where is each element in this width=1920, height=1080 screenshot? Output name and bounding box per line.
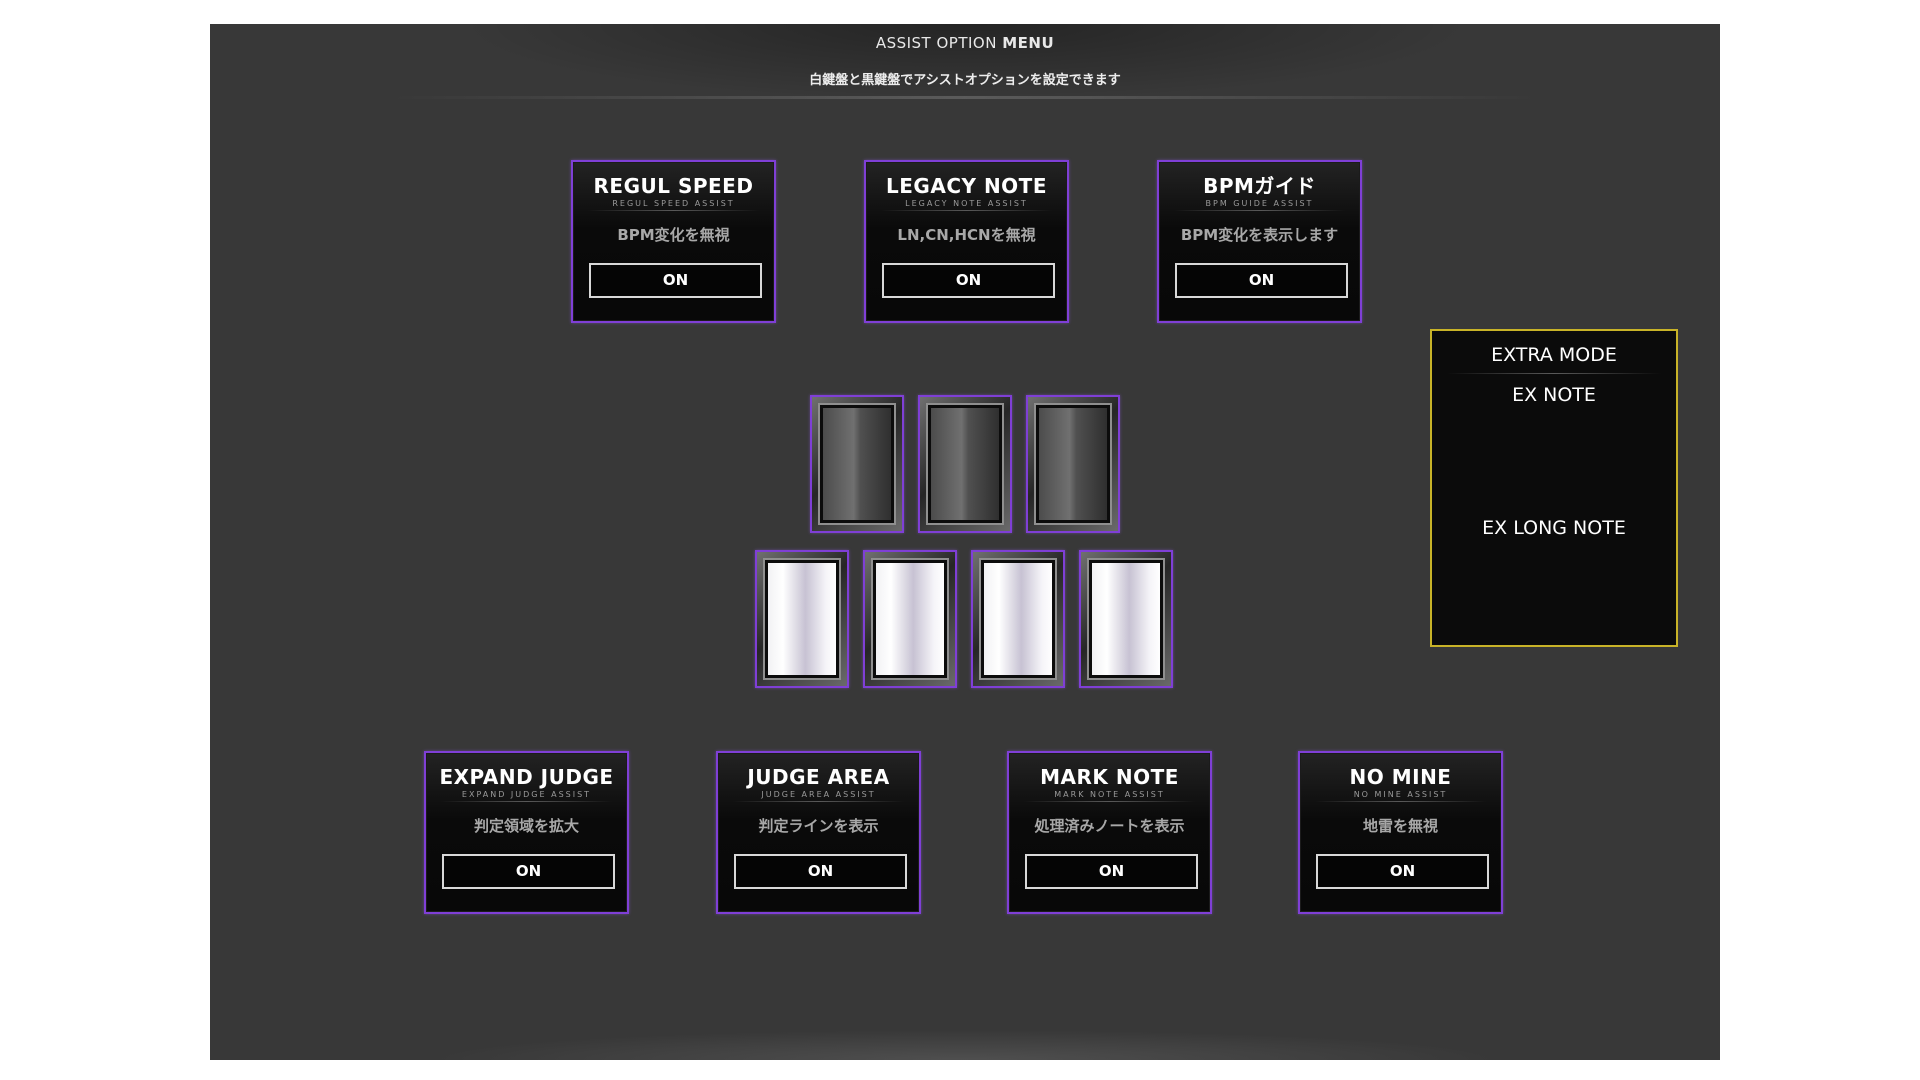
option-title: EXPAND JUDGE <box>439 765 614 789</box>
option-title: BPMガイド <box>1203 174 1316 198</box>
assist-option-screen: ASSIST OPTION MENU 白鍵盤と黒鍵盤でアシストオプションを設定で… <box>210 24 1720 1060</box>
option-title: JUDGE AREA <box>747 765 890 789</box>
key-face <box>1036 405 1110 523</box>
white-key-4[interactable] <box>1079 550 1173 688</box>
black-key-1[interactable] <box>810 395 904 533</box>
key-face <box>928 405 1002 523</box>
legacy-note-toggle-button[interactable]: ON <box>882 263 1055 298</box>
key-face <box>1089 560 1163 678</box>
black-key-2[interactable] <box>918 395 1012 533</box>
menu-title-prefix: ASSIST OPTION <box>875 34 997 52</box>
option-description: BPM変化を無視 <box>617 226 730 244</box>
option-card-bpm-guide[interactable]: BPMガイド BPM GUIDE ASSIST BPM変化を表示します ON <box>1157 160 1362 323</box>
option-subtitle: NO MINE ASSIST <box>1353 790 1448 799</box>
option-divider <box>588 210 759 211</box>
mark-note-toggle-button[interactable]: ON <box>1025 854 1198 889</box>
white-key-1[interactable] <box>755 550 849 688</box>
option-description: 処理済みノートを表示 <box>1034 817 1185 835</box>
option-description: 判定領域を拡大 <box>473 817 579 835</box>
black-key-3[interactable] <box>1026 395 1120 533</box>
menu-subtitle: 白鍵盤と黒鍵盤でアシストオプションを設定できます <box>809 73 1121 88</box>
option-description: LN,CN,HCNを無視 <box>897 226 1036 244</box>
option-card-legacy-note[interactable]: LEGACY NOTE LEGACY NOTE ASSIST LN,CN,HCN… <box>864 160 1069 323</box>
key-face <box>820 405 894 523</box>
option-subtitle: JUDGE AREA ASSIST <box>761 790 876 799</box>
option-card-expand-judge[interactable]: EXPAND JUDGE EXPAND JUDGE ASSIST 判定領域を拡大… <box>424 751 629 914</box>
option-divider <box>1174 210 1345 211</box>
option-description: BPM変化を表示します <box>1180 226 1339 244</box>
ex-long-note-option[interactable]: EX LONG NOTE <box>1432 517 1676 539</box>
option-title: LEGACY NOTE <box>886 174 1047 198</box>
key-face <box>873 560 947 678</box>
option-card-no-mine[interactable]: NO MINE NO MINE ASSIST 地雷を無視 ON <box>1298 751 1503 914</box>
white-key-2[interactable] <box>863 550 957 688</box>
option-description: 地雷を無視 <box>1362 817 1438 835</box>
option-title: REGUL SPEED <box>593 174 754 198</box>
option-subtitle: EXPAND JUDGE ASSIST <box>461 790 592 799</box>
option-subtitle: MARK NOTE ASSIST <box>1054 790 1165 799</box>
option-divider <box>441 801 612 802</box>
header-divider <box>390 96 1540 99</box>
regul-speed-toggle-button[interactable]: ON <box>589 263 762 298</box>
menu-title: ASSIST OPTION MENU <box>210 34 1720 52</box>
key-face <box>981 560 1055 678</box>
extra-mode-divider <box>1447 373 1661 374</box>
option-card-regul-speed[interactable]: REGUL SPEED REGUL SPEED ASSIST BPM変化を無視 … <box>571 160 776 323</box>
ex-note-option[interactable]: EX NOTE <box>1432 384 1676 406</box>
option-subtitle: LEGACY NOTE ASSIST <box>905 199 1028 208</box>
judge-area-toggle-button[interactable]: ON <box>734 854 907 889</box>
option-divider <box>733 801 904 802</box>
option-title: NO MINE <box>1349 765 1452 789</box>
bpm-guide-toggle-button[interactable]: ON <box>1175 263 1348 298</box>
option-subtitle: REGUL SPEED ASSIST <box>612 199 735 208</box>
option-divider <box>1315 801 1486 802</box>
no-mine-toggle-button[interactable]: ON <box>1316 854 1489 889</box>
option-divider <box>1024 801 1195 802</box>
extra-mode-title: EXTRA MODE <box>1491 344 1617 366</box>
expand-judge-toggle-button[interactable]: ON <box>442 854 615 889</box>
option-divider <box>881 210 1052 211</box>
option-subtitle: BPM GUIDE ASSIST <box>1205 199 1314 208</box>
option-description: 判定ラインを表示 <box>758 817 879 835</box>
extra-mode-panel: EXTRA MODE EX NOTE EX LONG NOTE <box>1430 329 1678 647</box>
option-card-mark-note[interactable]: MARK NOTE MARK NOTE ASSIST 処理済みノートを表示 ON <box>1007 751 1212 914</box>
option-card-judge-area[interactable]: JUDGE AREA JUDGE AREA ASSIST 判定ラインを表示 ON <box>716 751 921 914</box>
option-title: MARK NOTE <box>1040 765 1179 789</box>
menu-title-bold: MENU <box>1002 34 1055 52</box>
footer-glow <box>430 1030 1500 1060</box>
white-key-3[interactable] <box>971 550 1065 688</box>
key-face <box>765 560 839 678</box>
